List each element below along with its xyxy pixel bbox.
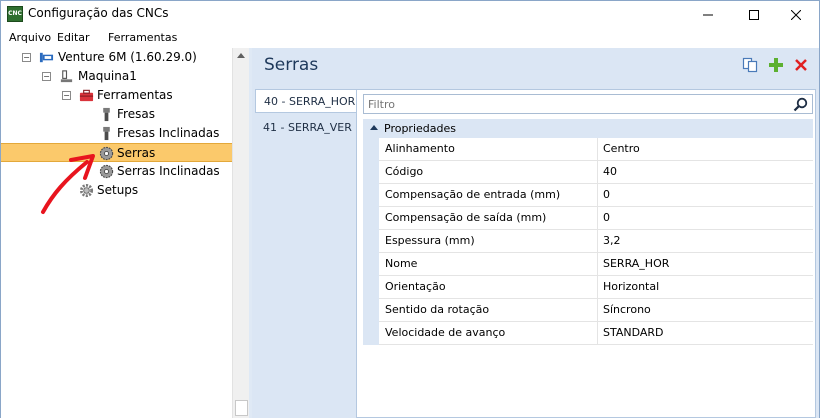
property-value[interactable]: SERRA_HOR [603,253,669,275]
tree-item-label: Venture 6M (1.60.29.0) [58,50,197,64]
cnc-machine-icon [39,52,54,63]
property-gutter [363,138,379,345]
collapse-icon[interactable]: − [42,72,51,81]
toolbox-icon [79,89,94,102]
property-value[interactable]: Centro [603,138,640,160]
red-arrow-annotation [41,154,95,214]
tree-item-label: Serras [117,146,156,160]
scroll-thumb[interactable] [235,400,248,416]
property-row[interactable]: Nome SERRA_HOR [379,253,813,276]
tree-item-label: Ferramentas [97,88,173,102]
copy-icon[interactable] [742,57,758,73]
menu-bar: Arquivo Editar Ferramentas [1,28,819,48]
app-window: CNC Configuração das CNCs Arquivo Editar… [0,0,820,418]
property-name: Nome [385,257,418,270]
collapse-icon[interactable]: − [22,53,31,62]
menu-ferramentas[interactable]: Ferramentas [108,31,177,44]
close-button[interactable] [773,1,819,28]
menu-arquivo[interactable]: Arquivo [9,31,51,44]
collapse-arrow-icon[interactable] [370,125,378,130]
saw-blade-icon [99,164,114,179]
property-value[interactable]: 3,2 [603,230,621,252]
tool-tab-list: 40 - SERRA_HOR 41 - SERRA_VER [255,89,356,418]
scroll-up-icon[interactable] [237,53,245,58]
tree-scrollbar[interactable] [232,48,249,418]
machine-icon [60,70,73,83]
maximize-icon [749,9,759,20]
property-value[interactable]: 0 [603,184,610,206]
property-row[interactable]: Espessura (mm) 3,2 [379,230,813,253]
property-row[interactable]: Sentido da rotação Síncrono [379,299,813,322]
close-icon [791,9,801,20]
tab-serra-hor[interactable]: 40 - SERRA_HOR [255,89,356,113]
page-title: Serras [264,55,319,75]
tree-item-ferramentas[interactable]: − Ferramentas [1,86,232,105]
menu-editar[interactable]: Editar [57,31,90,44]
property-row[interactable]: Orientação Horizontal [379,276,813,299]
tree-item-label: Serras Inclinadas [117,164,220,178]
tree-item-label: Fresas Inclinadas [117,126,220,140]
tree-item-venture[interactable]: − Venture 6M (1.60.29.0) [1,48,232,67]
property-group-header[interactable]: Propriedades [363,119,813,138]
property-row[interactable]: Compensação de entrada (mm) 0 [379,184,813,207]
minimize-icon [703,14,713,15]
tree-item-label: Setups [97,183,139,197]
property-name: Compensação de entrada (mm) [385,188,561,201]
tree-item-label: Fresas [117,107,155,121]
filter-box[interactable] [363,94,813,114]
saw-blade-icon [99,146,114,161]
tree-panel: − Venture 6M (1.60.29.0) − Maquina1 − Fe… [1,48,232,418]
property-panel: Propriedades Alinhamento Centro Código 4… [356,89,816,418]
tree-item-serras[interactable]: Serras [1,143,232,162]
property-name: Velocidade de avanço [385,326,506,339]
property-row[interactable]: Alinhamento Centro [379,138,813,161]
property-row[interactable]: Código 40 [379,161,813,184]
maximize-button[interactable] [731,1,777,28]
property-name: Orientação [385,280,446,293]
property-name: Espessura (mm) [385,234,475,247]
minimize-button[interactable] [685,1,731,28]
property-group-label: Propriedades [384,122,456,135]
tree-item-setups[interactable]: Setups [1,181,232,200]
property-row[interactable]: Compensação de saída (mm) 0 [379,207,813,230]
collapse-icon[interactable]: − [62,91,71,100]
property-name: Compensação de saída (mm) [385,211,547,224]
tree-item-serras-inclinadas[interactable]: Serras Inclinadas [1,162,232,181]
mill-tool-icon [103,126,110,141]
tree-item-fresas-inclinadas[interactable]: Fresas Inclinadas [1,124,232,143]
tree-item-label: Maquina1 [78,69,137,83]
delete-icon[interactable] [793,57,809,73]
cnc-app-icon: CNC [7,6,23,22]
property-value[interactable]: 0 [603,207,610,229]
tab-serra-ver[interactable]: 41 - SERRA_VER [255,116,356,140]
property-name: Sentido da rotação [385,303,490,316]
window-title: Configuração das CNCs [28,6,169,20]
property-value[interactable]: 40 [603,161,617,183]
add-icon[interactable] [768,57,784,73]
property-row[interactable]: Velocidade de avanço STANDARD [379,322,813,345]
property-name: Código [385,165,424,178]
property-name: Alinhamento [385,142,455,155]
mill-tool-icon [103,107,110,122]
property-value[interactable]: Síncrono [603,299,651,321]
search-icon[interactable] [793,97,808,112]
filter-input[interactable] [368,97,778,112]
property-value[interactable]: Horizontal [603,276,659,298]
content-panel: Serras 40 - SERRA_HOR 41 - SERRA_VER Pro… [252,48,819,418]
property-value[interactable]: STANDARD [603,322,664,344]
title-bar: CNC Configuração das CNCs [1,1,819,28]
tree-item-fresas[interactable]: Fresas [1,105,232,124]
tree-item-maquina1[interactable]: − Maquina1 [1,67,232,86]
